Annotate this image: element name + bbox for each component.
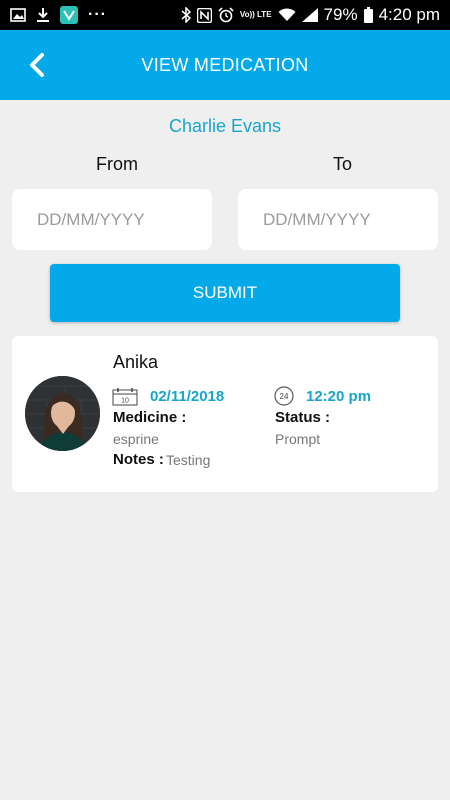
notes-value: Testing [166, 452, 211, 468]
wifi-icon [278, 8, 296, 22]
page-title: VIEW MEDICATION [141, 55, 309, 75]
record-time: 12:20 pm [306, 388, 372, 405]
download-icon [36, 7, 50, 23]
app-notification-icon [60, 6, 78, 24]
medicine-label: Medicine : [113, 409, 187, 426]
status-value: Prompt [275, 431, 321, 447]
alarm-icon [218, 7, 234, 23]
more-dots-icon: ··· [88, 6, 107, 23]
status-right-icons: Vo)) LTE 79% 4:20 pm [181, 0, 440, 30]
clock-icon-text: 24 [280, 392, 289, 401]
signal-icon [301, 8, 318, 22]
clock-24-icon: 24 [274, 386, 294, 406]
status-label: Status : [275, 409, 331, 426]
battery-icon [363, 7, 373, 23]
submit-button[interactable]: SUBMIT [50, 264, 400, 322]
from-date-input[interactable] [12, 189, 212, 250]
nfc-icon [196, 7, 212, 23]
avatar [25, 376, 100, 451]
medication-card[interactable]: Anika 10 02/11/2018 24 12:20 pm Medicine… [12, 336, 438, 492]
to-date-input[interactable] [238, 189, 438, 250]
app-bar: VIEW MEDICATION [0, 30, 450, 100]
notes-label: Notes : [113, 451, 164, 468]
medicine-value: esprine [113, 431, 159, 447]
to-label: To [333, 154, 353, 174]
status-time: 4:20 pm [378, 5, 440, 24]
calendar-icon: 10 [112, 388, 138, 406]
patient-name: Charlie Evans [168, 116, 282, 136]
record-name: Anika [113, 352, 159, 372]
calendar-icon-text: 10 [121, 398, 129, 405]
status-bar: ··· Vo)) LTE 79% 4:20 pm [0, 0, 450, 30]
image-icon [10, 8, 26, 22]
bluetooth-icon [181, 7, 191, 23]
battery-percent: 79% [323, 5, 358, 24]
status-left-icons: ··· [0, 6, 107, 24]
from-label: From [96, 154, 138, 174]
record-date: 02/11/2018 [150, 388, 225, 405]
volte-icon: Vo)) LTE [239, 10, 272, 19]
